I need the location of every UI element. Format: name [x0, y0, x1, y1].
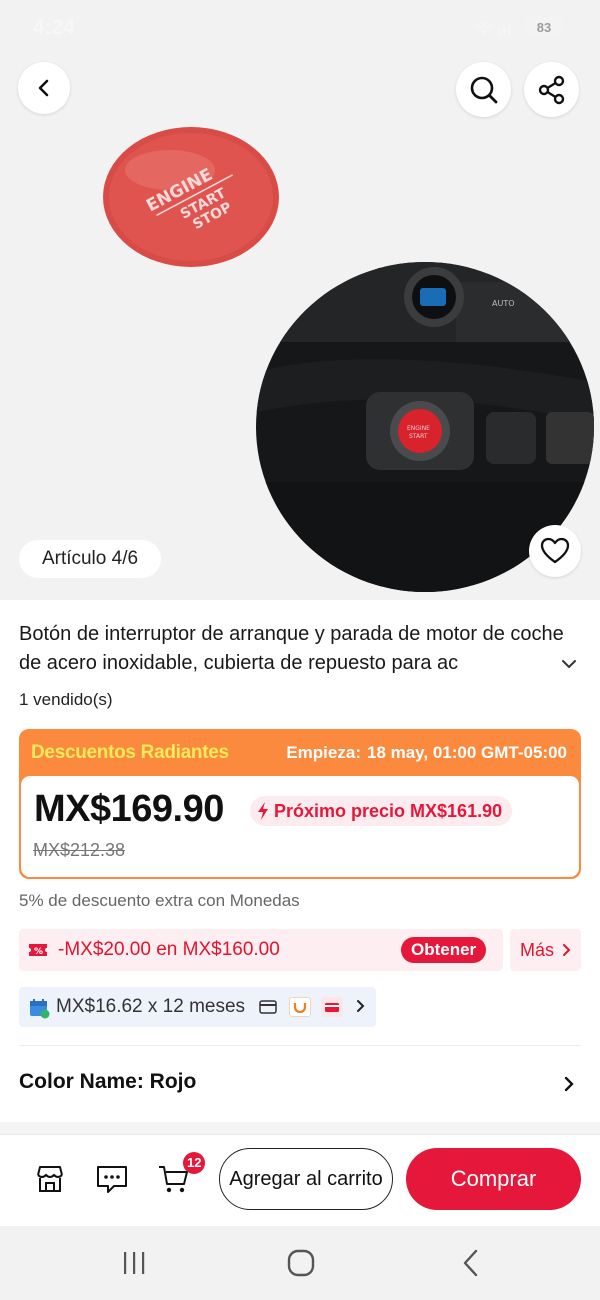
- svg-text:ENGINE: ENGINE: [407, 425, 430, 432]
- status-bar: 4:24 83: [0, 0, 600, 56]
- product-title[interactable]: Botón de interruptor de arranque y parad…: [19, 620, 564, 678]
- promo-start-label: Empieza:: [286, 743, 361, 762]
- section-separator: [0, 1122, 600, 1134]
- lightning-icon: [258, 802, 268, 820]
- promo-start-value: 18 may, 01:00 GMT-05:00: [366, 743, 567, 762]
- sold-count: 1 vendido(s): [19, 690, 113, 709]
- store-icon: [37, 1166, 63, 1192]
- chevron-right-icon: [563, 944, 571, 956]
- image-counter: Artículo 4/6: [19, 540, 161, 578]
- installment-text: MX$16.62 x 12 meses: [56, 996, 246, 1017]
- bottom-action-bar: 12 Agregar al carrito Comprar: [0, 1134, 600, 1226]
- wallet-icon: [289, 997, 311, 1017]
- engine-button-cap-image: ENGINE START STOP: [103, 127, 279, 267]
- get-coupon-button[interactable]: Obtener: [401, 937, 487, 963]
- search-icon: [470, 76, 497, 103]
- message-icon: [97, 1166, 127, 1193]
- svg-text:AUTO: AUTO: [492, 299, 515, 308]
- promo-start: Empieza: 18 may, 01:00 GMT-05:00: [286, 743, 567, 763]
- status-icons: 83: [474, 17, 566, 38]
- system-back-button[interactable]: [451, 1248, 491, 1278]
- message-button[interactable]: [95, 1162, 129, 1196]
- coupon-icon: %: [29, 944, 47, 957]
- bank-icon: [321, 997, 343, 1017]
- next-price-text: Próximo precio MX$161.90: [274, 800, 503, 821]
- share-icon: [538, 75, 564, 104]
- home-button[interactable]: [281, 1248, 321, 1278]
- coupon-text: -MX$20.00 en MX$160.00: [58, 939, 280, 960]
- coupon-row[interactable]: % -MX$20.00 en MX$160.00 Obtener: [19, 929, 503, 971]
- add-to-cart-button[interactable]: Agregar al carrito: [219, 1148, 393, 1210]
- coins-discount: 5% de descuento extra con Monedas: [19, 891, 300, 910]
- home-icon: [287, 1249, 315, 1277]
- cart-count-badge: 12: [183, 1152, 206, 1174]
- more-label: Más: [520, 939, 555, 960]
- search-button[interactable]: [456, 62, 511, 117]
- svg-text:START: START: [409, 433, 428, 440]
- back-button[interactable]: [18, 62, 70, 114]
- buy-now-button[interactable]: Comprar: [406, 1148, 581, 1210]
- product-gallery[interactable]: 4:24 83 ENGINE START STOP AUTO ENGINE ST…: [0, 0, 600, 600]
- calendar-icon: [30, 999, 50, 1019]
- share-button[interactable]: [524, 62, 579, 117]
- recent-apps-icon: [124, 1252, 145, 1274]
- original-price: MX$212.38: [33, 840, 126, 860]
- card-icon: [257, 997, 279, 1017]
- color-selector[interactable]: Color Name: Rojo: [19, 1070, 196, 1094]
- promo-banner: Descuentos Radiantes Empieza: 18 may, 01:…: [19, 729, 581, 879]
- status-time: 4:24: [33, 16, 76, 39]
- back-arrow-icon: [463, 1249, 478, 1277]
- price-box: MX$169.90 Próximo precio MX$161.90 MX$21…: [21, 776, 579, 877]
- chevron-down-icon[interactable]: [560, 657, 578, 671]
- promo-name: Descuentos Radiantes: [31, 742, 229, 763]
- recent-apps-button[interactable]: [114, 1248, 154, 1278]
- next-price-badge: Próximo precio MX$161.90: [250, 796, 513, 826]
- system-nav-bar: [0, 1226, 600, 1300]
- wifi-icon: [475, 21, 511, 35]
- heart-icon: [540, 537, 570, 564]
- more-coupons-button[interactable]: Más: [510, 929, 581, 971]
- battery-indicator: 83: [522, 17, 566, 38]
- wishlist-button[interactable]: [529, 525, 581, 577]
- chevron-left-icon: [38, 79, 49, 97]
- payment-methods: [257, 997, 343, 1017]
- store-button[interactable]: [33, 1162, 67, 1196]
- installment-row[interactable]: MX$16.62 x 12 meses: [19, 987, 376, 1027]
- chevron-right-icon: [357, 1000, 365, 1012]
- divider: [19, 1045, 581, 1046]
- svg-text:%: %: [34, 947, 43, 957]
- chevron-right-icon[interactable]: [563, 1075, 575, 1093]
- current-price: MX$169.90: [34, 788, 224, 830]
